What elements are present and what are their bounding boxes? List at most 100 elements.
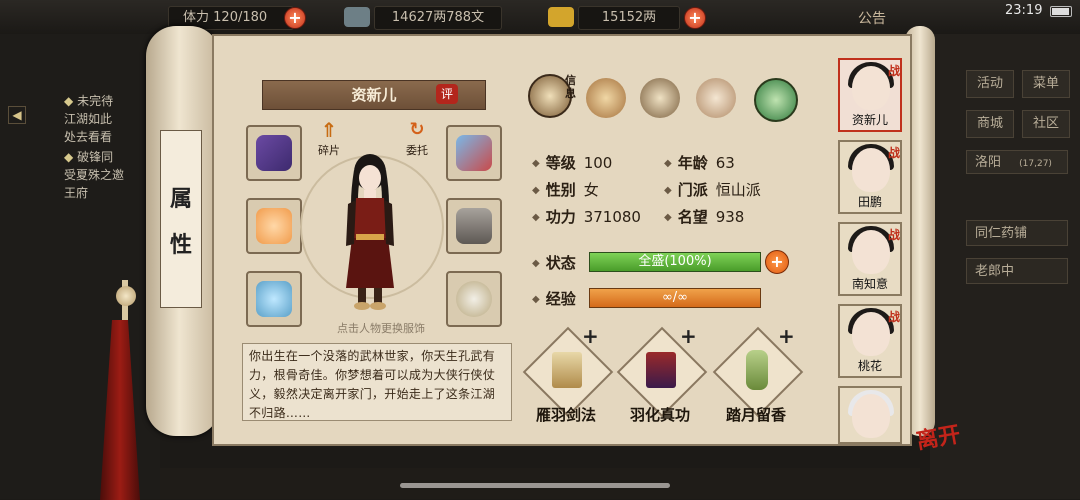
battle-badge: 战 [887,146,900,160]
evaluate-button[interactable]: 评 [436,84,458,104]
jade-tab-icon[interactable] [754,78,798,122]
stat-gender: ◆ 性别女 [532,179,599,200]
exp-bar: ∞/∞ [589,288,761,308]
party-member[interactable]: 战 田鹏 [838,140,902,214]
stat-label: 年龄 [677,154,708,172]
stamina-label: 体力 [183,10,210,25]
skill-name: 雁羽剑法 [535,406,596,424]
character-backstory: 你出生在一个没落的武林世家，你天生孔武有力，根骨奇佳。你梦想着可以成为大侠行侠仗… [242,343,512,421]
quest-desc-line: 江湖如此 [64,112,113,126]
scroll-book-icon [256,135,292,171]
stat-value: 100 [583,154,613,172]
diamond-icon: ◆ [664,185,672,196]
equip-slot-ring[interactable] [246,271,302,327]
equip-slot-weapon[interactable] [246,198,302,254]
battery-icon [1050,6,1072,17]
character-figure[interactable] [334,148,406,316]
tassel-knot [116,286,136,306]
quest-desc-line: 王府 [64,186,89,200]
diamond-icon: ◆ [532,158,540,169]
list-item[interactable]: 同仁药铺 [966,220,1068,246]
stat-sect: ◆ 门派 恒山派 [664,179,761,200]
stamina-value: 120/180 [213,10,268,25]
exchange-arrow-icon: ↻ [409,119,425,140]
equip-slot-scroll[interactable] [246,125,302,181]
silver-icon [344,7,370,27]
restore-status-button[interactable]: + [765,250,789,274]
activity-button[interactable]: 活动 [966,70,1014,98]
location-display: 洛阳 (17,27) [966,150,1068,174]
quest-desc-line: 受夏殊之邀 [64,168,125,182]
manual-book-icon [552,352,582,388]
battle-badge: 战 [887,310,900,324]
status-bar: 全盛(100%) [589,252,761,272]
quest-item[interactable]: ◆ 未完待 江湖如此 处去看看 [64,92,113,146]
attribute-tab[interactable]: 属 性 [160,130,202,308]
gold-icon [548,7,574,27]
tab-char: 属 [169,186,192,212]
party-member[interactable] [838,386,902,444]
meridian-tab-icon[interactable] [696,78,736,118]
party-member[interactable]: 战 南知意 [838,222,902,296]
party-member-name: 南知意 [851,277,888,291]
list-item-label: 老郎中 [975,264,1015,279]
collapse-arrow-icon[interactable]: ◀ [8,106,26,124]
mirror-icon [456,281,492,317]
location-name: 洛阳 [975,155,1002,170]
stat-label: 名望 [677,208,708,226]
skill-name: 羽化真功 [629,406,690,424]
skill-slot[interactable] [712,326,804,418]
portrait-face [852,66,890,110]
entrust-button[interactable]: ↻ 委托 [402,118,432,158]
tab-char: 性 [169,232,192,258]
add-skill-button[interactable]: + [680,324,697,348]
portrait-face [852,148,890,192]
stat-label: 等级 [545,154,576,172]
portrait-face [852,230,890,274]
equip-slot-armor[interactable] [446,198,502,254]
list-item-label: 同仁药铺 [975,226,1028,241]
battle-badge: 战 [887,64,900,78]
skill-slot[interactable] [522,326,614,418]
clock: 23:19 [1005,3,1043,18]
scroll-manual-icon [746,350,768,390]
notice-button[interactable]: 公告 [858,8,886,28]
entrust-label: 委托 [406,144,428,157]
gold-display: 15152两 [578,6,680,30]
up-arrow-icon: ⇑ [320,118,338,142]
headband-icon [456,135,492,171]
stat-value: 63 [715,154,735,172]
stat-value: 女 [583,181,599,199]
menu-button[interactable]: 菜单 [1022,70,1070,98]
community-button[interactable]: 社区 [1022,110,1070,138]
quest-desc-line: 处去看看 [64,130,113,144]
add-gold-button[interactable]: + [684,7,706,29]
silver-display: 14627两788文 [374,6,502,30]
map-tab-icon[interactable] [586,78,626,118]
party-member[interactable]: 战 桃花 [838,304,902,378]
manual-book-icon [646,352,676,388]
quest-title: 破锋同 [77,150,114,164]
stat-value: 恒山派 [715,181,761,199]
stat-label: 状态 [545,254,576,272]
home-indicator[interactable] [400,483,670,488]
quest-panel: ◀ ◆ 未完待 江湖如此 处去看看 ◆ 破锋同 受夏殊之邀 王府 [0,34,160,499]
add-skill-button[interactable]: + [582,324,599,348]
diamond-icon: ◆ [664,158,672,169]
stat-label: 性别 [545,181,576,199]
party-member[interactable]: 战 资新儿 [838,58,902,132]
skill-slot[interactable] [616,326,708,418]
quest-item[interactable]: ◆ 破锋同 受夏殊之邀 王府 [64,148,124,202]
diamond-icon: ◆ [64,94,74,108]
stat-label: 门派 [677,181,708,199]
add-skill-button[interactable]: + [778,324,795,348]
equip-slot-mirror[interactable] [446,271,502,327]
party-member-name: 田鹏 [857,195,882,209]
party-member-name: 桃花 [857,359,882,373]
add-stamina-button[interactable]: + [284,7,306,29]
list-item[interactable]: 老郎中 [966,258,1068,284]
equip-slot-hat[interactable] [446,125,502,181]
stat-fame: ◆ 名望 938 [664,206,744,227]
mall-button[interactable]: 商城 [966,110,1014,138]
bagua-tab-icon[interactable] [640,78,680,118]
